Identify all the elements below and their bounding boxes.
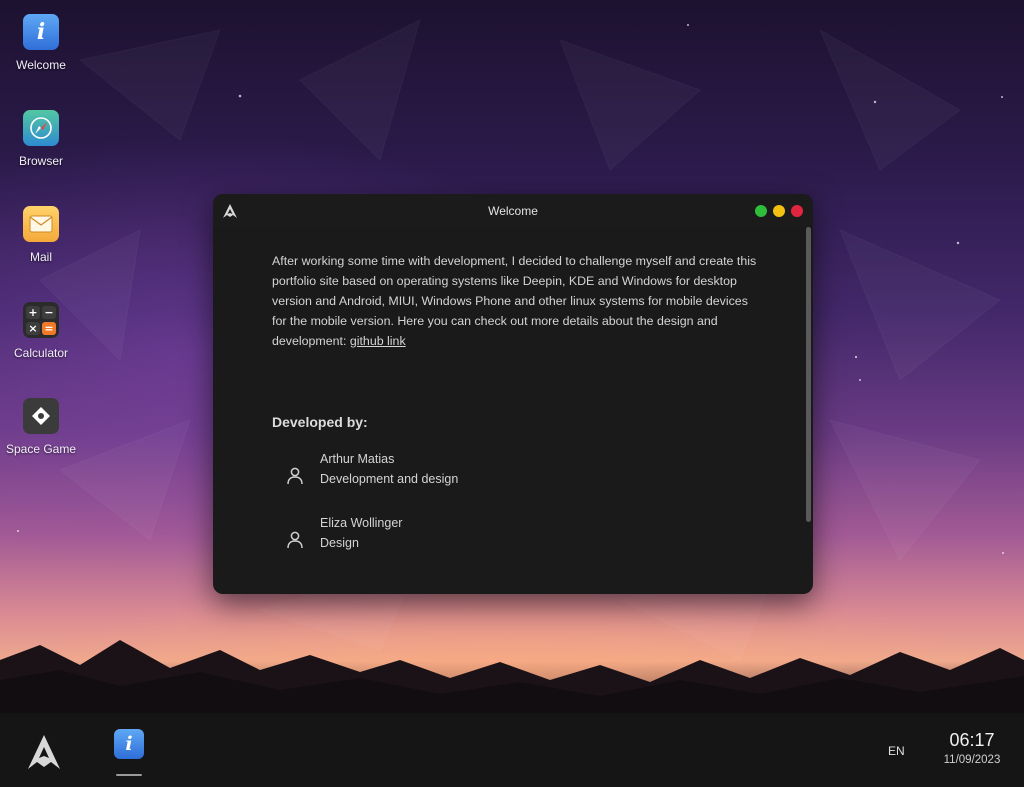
language-indicator[interactable]: EN: [888, 744, 905, 758]
window-titlebar[interactable]: Welcome: [213, 194, 813, 227]
desktop-icon-browser[interactable]: Browser: [0, 110, 82, 168]
developed-by-heading: Developed by:: [272, 414, 368, 430]
desktop-icon-calculator[interactable]: + − × = Calculator: [0, 302, 82, 360]
desktop-icon-label: Space Game: [5, 442, 77, 456]
info-icon: i: [125, 733, 133, 755]
taskbar: i EN 06:17 11/09/2023: [0, 713, 1024, 787]
active-app-indicator: [116, 774, 142, 776]
close-button[interactable]: [791, 205, 803, 217]
desktop-icon-label: Mail: [29, 250, 52, 264]
github-link[interactable]: github link: [350, 334, 406, 348]
developer-item: Eliza Wollinger Design: [283, 516, 683, 560]
calculator-icon: + − × =: [23, 302, 59, 338]
about-text: After working some time with development…: [272, 254, 757, 348]
spaceship-icon: [23, 398, 59, 434]
window-content[interactable]: After working some time with development…: [213, 227, 813, 594]
maximize-button[interactable]: [773, 205, 785, 217]
user-icon: [287, 531, 303, 549]
wallpaper-mountains: [0, 640, 1024, 713]
desktop-icon-label: Calculator: [13, 346, 69, 360]
developer-role: Development and design: [320, 472, 459, 486]
developer-name: Arthur Matias: [320, 452, 395, 466]
taskbar-app-welcome[interactable]: i: [114, 729, 144, 759]
desktop-icon-label: Welcome: [16, 58, 66, 72]
minimize-button[interactable]: [755, 205, 767, 217]
desktop-icon-welcome[interactable]: i Welcome: [0, 14, 82, 72]
developer-name: Eliza Wollinger: [320, 516, 403, 530]
arch-logo-icon[interactable]: [26, 733, 62, 771]
developer-role: Design: [320, 536, 359, 550]
desktop-icon-mail[interactable]: Mail: [0, 206, 82, 264]
desktop-icon-space-game[interactable]: Space Game: [0, 398, 82, 456]
info-icon: i: [23, 14, 59, 50]
window-title: Welcome: [488, 204, 538, 218]
envelope-icon: [23, 206, 59, 242]
clock-time[interactable]: 06:17: [932, 730, 1012, 751]
scrollbar[interactable]: [806, 227, 811, 522]
user-icon: [287, 467, 303, 485]
clock-date[interactable]: 11/09/2023: [932, 754, 1012, 766]
about-paragraph: After working some time with development…: [272, 251, 762, 351]
developer-item: Arthur Matias Development and design: [283, 452, 683, 496]
welcome-window: Welcome After working some time with dev…: [213, 194, 813, 594]
desktop-icon-label: Browser: [18, 154, 63, 168]
compass-icon: [23, 110, 59, 146]
